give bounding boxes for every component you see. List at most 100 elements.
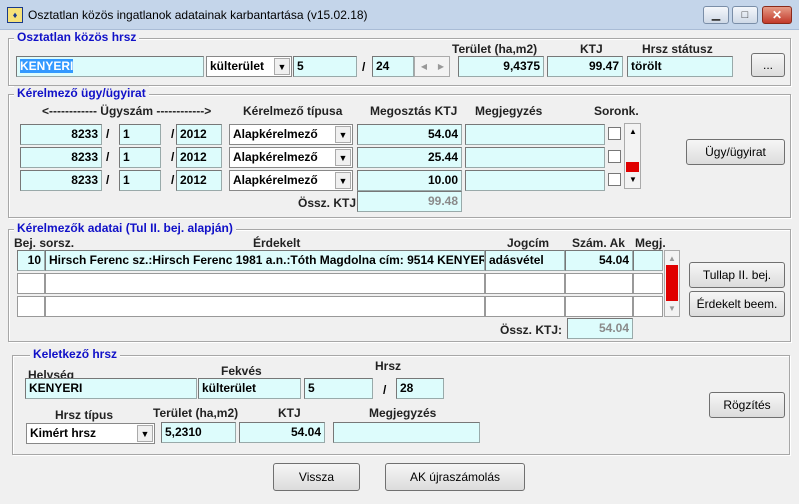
kerelmezo-scrollbar[interactable]: ▲ ▼ <box>624 123 641 189</box>
adatok-bej-1[interactable]: 10 <box>17 250 45 271</box>
megjegyzes-2[interactable] <box>465 147 605 168</box>
ugyszam-num-1[interactable]: 8233 <box>20 124 102 145</box>
kerelmezo-tipus-select-2[interactable]: Alapkérelmező ▼ <box>229 147 353 168</box>
keletkezo-ktj-label: KTJ <box>278 406 301 420</box>
megosztas-ktj-3[interactable]: 10.00 <box>357 170 462 191</box>
keletkezo-megj-label: Megjegyzés <box>369 406 437 420</box>
fekves-select[interactable]: külterület ▼ <box>206 56 292 77</box>
megosztas-ktj-1[interactable]: 54.04 <box>357 124 462 145</box>
keletkezo-hrsz-label: Hrsz <box>375 359 402 373</box>
ktj-field[interactable]: 99.47 <box>547 56 623 77</box>
adatok-megj-2[interactable] <box>633 273 663 294</box>
soronk-checkbox-2[interactable] <box>608 150 621 163</box>
ugyszam-year-3[interactable]: 2012 <box>176 170 222 191</box>
erdekelt-beem-button[interactable]: Érdekelt beem. <box>689 291 785 317</box>
keletkezo-fekves-field[interactable]: külterület <box>198 378 301 399</box>
hrsz-slash: / <box>362 60 366 74</box>
soronk-checkbox-3[interactable] <box>608 173 621 186</box>
kerelmezo-tipus-select-1[interactable]: Alapkérelmező ▼ <box>229 124 353 145</box>
keletkezo-fekves-label: Fekvés <box>221 364 262 378</box>
adatok-erdekelt-1[interactable]: Hirsch Ferenc sz.:Hirsch Ferenc 1981 a.n… <box>45 250 485 271</box>
window-title: Osztatlan közös ingatlanok adatainak kar… <box>28 8 368 22</box>
ugyszam-part-1[interactable]: 1 <box>119 124 161 145</box>
adatok-bej-3[interactable] <box>17 296 45 317</box>
maximize-button[interactable]: □ <box>732 6 758 24</box>
keletkezo-megj-field[interactable] <box>333 422 480 443</box>
tipus-value: Alapkérelmező <box>233 173 318 187</box>
adatok-szam-3[interactable] <box>565 296 633 317</box>
ugyszam-part-3[interactable]: 1 <box>119 170 161 191</box>
rogzites-button[interactable]: Rögzítés <box>709 392 785 418</box>
ugy-ugyirat-button[interactable]: Ügy/ügyirat <box>686 139 785 165</box>
keletkezo-helyseg-field[interactable]: KENYERI <box>25 378 197 399</box>
adatok-jogcim-1[interactable]: adásvétel <box>485 250 565 271</box>
scroll-thumb[interactable] <box>626 162 639 172</box>
ossz-ktj-value: 99.48 <box>357 191 462 212</box>
adatok-jogcim-2[interactable] <box>485 273 565 294</box>
megjegyzes-3[interactable] <box>465 170 605 191</box>
megjegyzes-label: Megjegyzés <box>475 104 543 118</box>
arrow-up-icon[interactable]: ▲ <box>625 124 641 140</box>
adatok-bej-2[interactable] <box>17 273 45 294</box>
arrow-left-icon[interactable]: ◀ <box>416 59 432 75</box>
adatok-ossz-label: Össz. KTJ: <box>500 323 563 337</box>
helyseg-field[interactable]: KENYERI <box>16 56 204 77</box>
keletkezo-hrsz-slash: / <box>383 383 387 397</box>
hrsz1-field[interactable]: 5 <box>293 56 357 77</box>
ugyszam-slash: / <box>171 173 175 187</box>
chevron-down-icon: ▼ <box>335 172 351 189</box>
ugyszam-num-2[interactable]: 8233 <box>20 147 102 168</box>
megjegyzes-1[interactable] <box>465 124 605 145</box>
close-button[interactable]: ✕ <box>762 6 792 24</box>
chevron-down-icon: ▼ <box>335 126 351 143</box>
ak-ujraszamolas-button[interactable]: AK újraszámolás <box>385 463 525 491</box>
ugyszam-year-1[interactable]: 2012 <box>176 124 222 145</box>
adatok-scrollbar[interactable]: ▲ ▼ <box>664 250 680 317</box>
kerelmezo-tipus-select-3[interactable]: Alapkérelmező ▼ <box>229 170 353 191</box>
tullap-button[interactable]: Tullap II. bej. <box>689 262 785 288</box>
ugyszam-label: <------------ Ügyszám ------------> <box>42 104 212 118</box>
megosztas-ktj-2[interactable]: 25.44 <box>357 147 462 168</box>
keletkezo-terulet-label: Terület (ha,m2) <box>153 406 239 420</box>
keletkezo-tipus-value: Kimért hrsz <box>30 426 97 440</box>
keletkezo-ktj-field[interactable]: 54.04 <box>239 422 325 443</box>
ugyszam-part-2[interactable]: 1 <box>119 147 161 168</box>
adatok-jogcim-3[interactable] <box>485 296 565 317</box>
adatok-szam-2[interactable] <box>565 273 633 294</box>
terulet-field[interactable]: 9,4375 <box>458 56 544 77</box>
minimize-button[interactable]: ▁ <box>703 6 729 24</box>
adatok-erdekelt-2[interactable] <box>45 273 485 294</box>
col-bej-label: Bej. sorsz. <box>14 236 75 250</box>
scroll-thumb[interactable] <box>666 265 678 301</box>
ugyszam-slash: / <box>171 150 175 164</box>
ugyszam-num-3[interactable]: 8233 <box>20 170 102 191</box>
keletkezo-terulet-field[interactable]: 5,2310 <box>161 422 236 443</box>
arrow-down-icon[interactable]: ▼ <box>625 172 641 188</box>
keletkezo-tipus-label: Hrsz típus <box>55 408 114 422</box>
keletkezo-tipus-select[interactable]: Kimért hrsz ▼ <box>26 423 155 444</box>
ugyszam-year-2[interactable]: 2012 <box>176 147 222 168</box>
keletkezo-hrsz2-field[interactable]: 28 <box>396 378 444 399</box>
ugyszam-slash: / <box>106 127 110 141</box>
vissza-button[interactable]: Vissza <box>273 463 360 491</box>
adatok-megj-1[interactable] <box>633 250 663 271</box>
ossz-ktj-label: Össz. KTJ: <box>298 196 361 210</box>
adatok-megj-3[interactable] <box>633 296 663 317</box>
col-jogcim-label: Jogcím <box>507 236 550 250</box>
hrsz-status-label: Hrsz státusz <box>642 42 713 56</box>
arrow-right-icon[interactable]: ▶ <box>433 59 449 75</box>
soronk-checkbox-1[interactable] <box>608 127 621 140</box>
chevron-down-icon: ▼ <box>335 149 351 166</box>
hrsz-status-field[interactable]: törölt <box>627 56 733 77</box>
adatok-erdekelt-3[interactable] <box>45 296 485 317</box>
adatok-szam-1[interactable]: 54.04 <box>565 250 633 271</box>
ktj-label: KTJ <box>580 42 603 56</box>
hrsz2-field[interactable]: 24 <box>372 56 414 77</box>
ellipsis-button[interactable]: ... <box>751 53 785 77</box>
col-szam-label: Szám. Ak <box>572 236 625 250</box>
col-megj-label: Megj. <box>635 236 666 250</box>
megosztas-label: Megosztás KTJ <box>370 104 458 118</box>
arrow-down-icon[interactable]: ▼ <box>665 301 679 317</box>
keletkezo-hrsz1-field[interactable]: 5 <box>304 378 373 399</box>
hrsz-spinner[interactable]: ◀ ▶ <box>414 56 450 77</box>
